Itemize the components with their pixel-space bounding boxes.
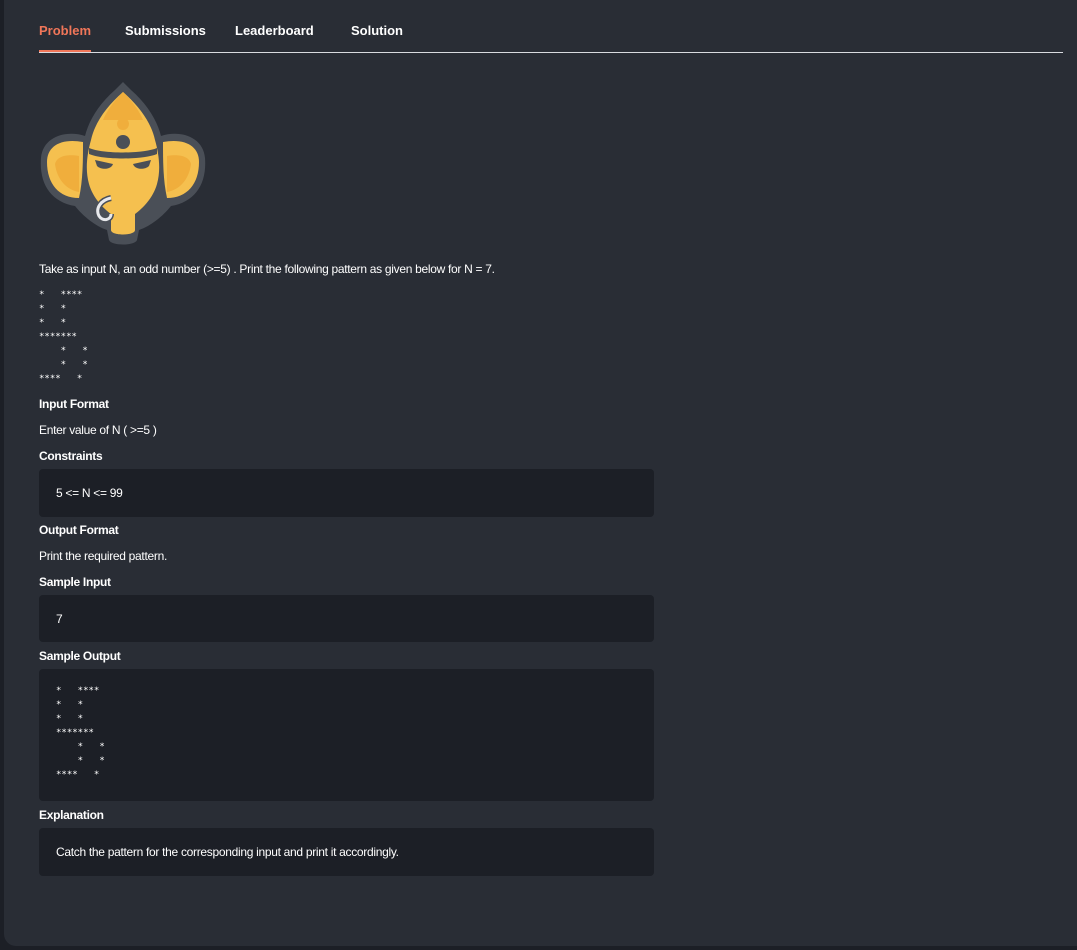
pattern-example: * **** * * * * ******* * * * * **** * [39, 290, 88, 384]
problem-statement: Take as input N, an odd number (>=5) . P… [39, 262, 495, 276]
constraints-text: 5 <= N <= 99 [56, 486, 123, 500]
tab-solution[interactable]: Solution [351, 22, 403, 51]
sample-output-box: * **** * * * * ******* * * * * **** * [39, 669, 654, 801]
sample-input-text: 7 [56, 612, 63, 626]
tab-leaderboard[interactable]: Leaderboard [235, 22, 314, 51]
explanation-heading: Explanation [39, 808, 104, 822]
ganesha-logo-icon [39, 80, 207, 248]
tab-bar: Problem Submissions Leaderboard Solution [39, 22, 1063, 53]
constraints-heading: Constraints [39, 449, 103, 463]
tab-problem[interactable]: Problem [39, 22, 92, 52]
explanation-text: Catch the pattern for the corresponding … [56, 845, 399, 859]
sample-output-heading: Sample Output [39, 649, 121, 663]
sample-input-heading: Sample Input [39, 575, 111, 589]
problem-panel: Problem Submissions Leaderboard Solution [4, 0, 1077, 946]
explanation-box: Catch the pattern for the corresponding … [39, 828, 654, 876]
sample-input-box: 7 [39, 595, 654, 642]
output-format-heading: Output Format [39, 523, 119, 537]
tab-submissions[interactable]: Submissions [125, 22, 206, 51]
input-format-heading: Input Format [39, 397, 109, 411]
output-format-text: Print the required pattern. [39, 549, 167, 563]
constraints-box: 5 <= N <= 99 [39, 469, 654, 517]
sample-output-text: * **** * * * * ******* * * * * **** * [56, 686, 105, 780]
input-format-text: Enter value of N ( >=5 ) [39, 423, 157, 437]
